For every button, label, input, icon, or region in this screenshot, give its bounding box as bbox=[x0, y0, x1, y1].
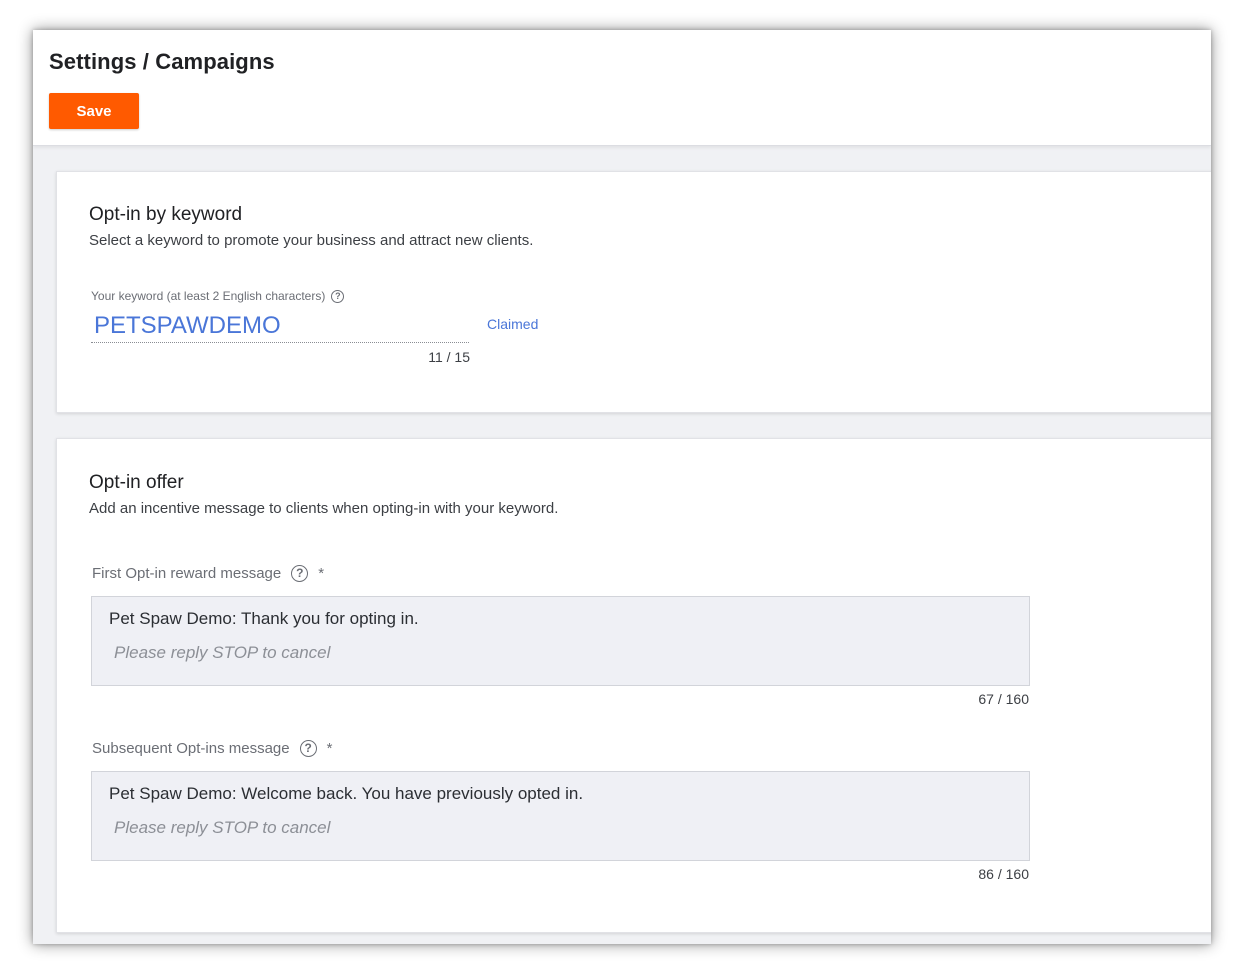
required-marker: * bbox=[318, 565, 325, 582]
subsequent-opt-in-message-field[interactable]: Pet Spaw Demo: Welcome back. You have pr… bbox=[91, 771, 1030, 861]
subsequent-opt-in-stop-suffix: Please reply STOP to cancel bbox=[114, 818, 331, 837]
keyword-card: Opt-in by keyword Select a keyword to pr… bbox=[56, 171, 1211, 413]
subsequent-opt-in-label-text: Subsequent Opt-ins message bbox=[92, 740, 290, 757]
subsequent-opt-in-label: Subsequent Opt-ins message ? * bbox=[92, 740, 332, 757]
keyword-char-counter: 11 / 15 bbox=[428, 349, 470, 365]
keyword-section-title: Opt-in by keyword bbox=[89, 204, 243, 225]
keyword-input[interactable] bbox=[91, 309, 469, 343]
keyword-section-subtitle: Select a keyword to promote your busines… bbox=[89, 232, 534, 249]
help-circle-icon[interactable]: ? bbox=[291, 565, 309, 582]
page-title: Settings / Campaigns bbox=[49, 49, 275, 74]
offer-section-subtitle: Add an incentive message to clients when… bbox=[89, 500, 559, 517]
subsequent-opt-in-char-counter: 86 / 160 bbox=[978, 866, 1029, 882]
offer-section-title: Opt-in offer bbox=[89, 472, 184, 493]
help-circle-icon[interactable]: ? bbox=[331, 289, 345, 303]
required-marker: * bbox=[326, 740, 333, 757]
keyword-label-text: Your keyword (at least 2 English charact… bbox=[91, 289, 326, 303]
opt-in-offer-card: Opt-in offer Add an incentive message to… bbox=[56, 438, 1211, 933]
first-opt-in-label: First Opt-in reward message ? * bbox=[92, 565, 324, 582]
first-opt-in-message-field[interactable]: Pet Spaw Demo: Thank you for opting in. … bbox=[91, 596, 1030, 686]
help-circle-icon[interactable]: ? bbox=[299, 740, 317, 757]
settings-window: Settings / Campaigns Save Opt-in by keyw… bbox=[33, 30, 1211, 944]
page-header: Settings / Campaigns Save bbox=[33, 30, 1211, 146]
subsequent-opt-in-message-text: Pet Spaw Demo: Welcome back. You have pr… bbox=[109, 784, 584, 803]
first-opt-in-stop-suffix: Please reply STOP to cancel bbox=[114, 643, 331, 662]
first-opt-in-label-text: First Opt-in reward message bbox=[92, 565, 282, 582]
keyword-status: Claimed bbox=[487, 316, 539, 332]
keyword-field-label: Your keyword (at least 2 English charact… bbox=[91, 289, 345, 303]
first-opt-in-char-counter: 67 / 160 bbox=[978, 691, 1029, 707]
first-opt-in-message-text: Pet Spaw Demo: Thank you for opting in. bbox=[109, 609, 419, 628]
save-button[interactable]: Save bbox=[49, 93, 139, 129]
